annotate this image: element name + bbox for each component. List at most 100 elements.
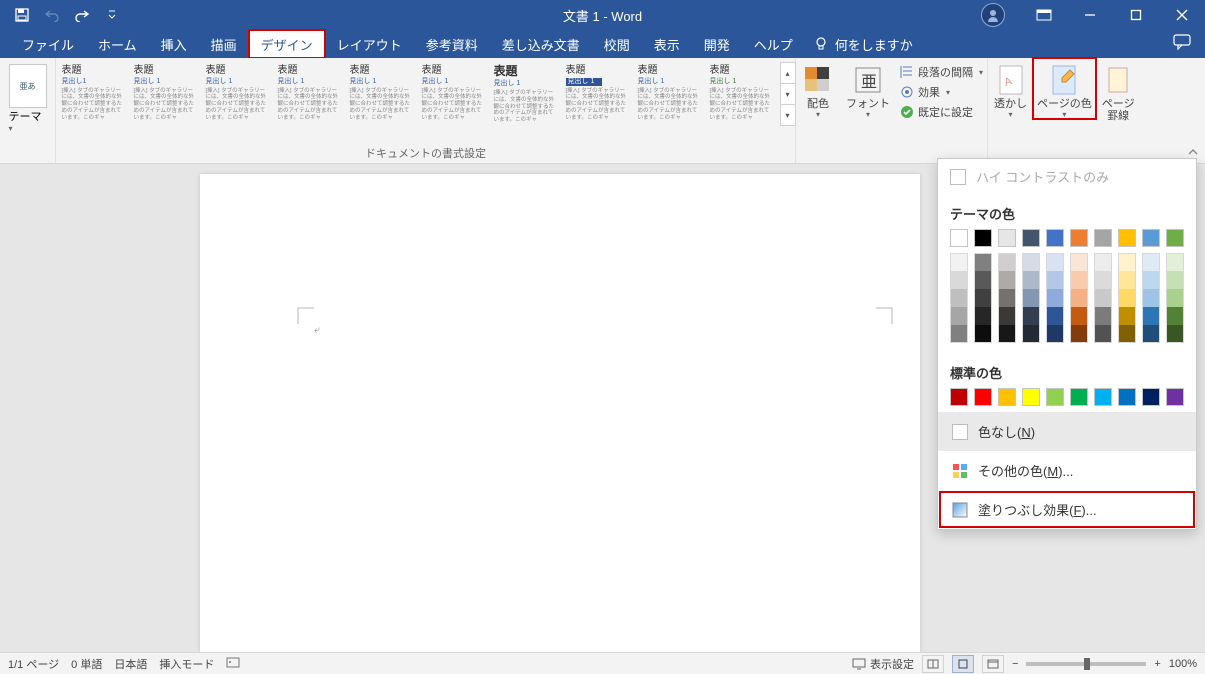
paragraph-spacing-button[interactable]: 段落の間隔▾ [900,64,983,80]
web-layout-button[interactable] [982,655,1004,673]
gallery-down-button[interactable]: ▾ [781,84,795,105]
themes-button[interactable]: 亜あ [9,64,47,108]
color-swatch[interactable] [1118,388,1136,406]
style-set-gallery[interactable]: 表題見出し1[挿入] タブのギャラリーには、文書の全体的な外観に合わせて調整する… [56,58,780,126]
color-swatch[interactable] [998,289,1016,307]
color-swatch[interactable] [1142,325,1160,343]
color-swatch[interactable] [974,271,992,289]
color-swatch[interactable] [1094,271,1112,289]
fill-effects-item[interactable]: 塗りつぶし効果(F)... [938,490,1196,529]
color-swatch[interactable] [950,325,968,343]
zoom-slider[interactable] [1026,662,1146,666]
macro-record-icon[interactable] [226,655,240,672]
style-set-item[interactable]: 表題見出し 1[挿入] タブのギャラリーには、文書の全体的な外観に合わせて調整す… [274,62,346,126]
color-swatch[interactable] [1046,253,1064,271]
status-page[interactable]: 1/1 ページ [8,656,59,672]
color-swatch[interactable] [1094,229,1112,247]
color-swatch[interactable] [1094,307,1112,325]
tab-参考資料[interactable]: 参考資料 [414,30,490,58]
tab-描画[interactable]: 描画 [199,30,249,58]
page-borders-button[interactable]: ページ罫線 [1096,58,1141,122]
color-swatch[interactable] [1142,289,1160,307]
gallery-scroll-buttons[interactable]: ▴ ▾ ▾ [780,62,796,126]
color-swatch[interactable] [998,271,1016,289]
tab-レイアウト[interactable]: レイアウト [325,30,414,58]
undo-button[interactable] [38,1,66,29]
color-swatch[interactable] [974,229,992,247]
color-swatch[interactable] [998,253,1016,271]
style-set-item[interactable]: 表題見出し1[挿入] タブのギャラリーには、文書の全体的な外観に合わせて調整する… [58,62,130,126]
style-set-item[interactable]: 表題見出し 1[挿入] タブのギャラリーには、文書の全体的な外観に合わせて調整す… [418,62,490,126]
color-swatch[interactable] [1142,253,1160,271]
color-swatch[interactable] [1070,388,1088,406]
color-swatch[interactable] [950,253,968,271]
zoom-in-button[interactable]: + [1154,658,1160,670]
style-set-item[interactable]: 表題見出し 1[挿入] タブのギャラリーには、文書の全体的な外観に合わせて調整す… [202,62,274,126]
status-words[interactable]: 0 単語 [71,656,102,672]
color-swatch[interactable] [1166,325,1184,343]
color-swatch[interactable] [1094,388,1112,406]
zoom-out-button[interactable]: − [1012,658,1018,670]
color-swatch[interactable] [1094,289,1112,307]
color-swatch[interactable] [950,271,968,289]
color-swatch[interactable] [1046,307,1064,325]
tab-表示[interactable]: 表示 [642,30,692,58]
color-swatch[interactable] [1046,325,1064,343]
color-swatch[interactable] [974,307,992,325]
status-mode[interactable]: 挿入モード [159,656,214,672]
color-swatch[interactable] [1094,325,1112,343]
color-swatch[interactable] [950,388,968,406]
color-swatch[interactable] [1118,271,1136,289]
color-swatch[interactable] [950,229,968,247]
color-swatch[interactable] [998,307,1016,325]
color-swatch[interactable] [1070,289,1088,307]
page[interactable]: ⤶ [200,174,920,652]
minimize-button[interactable] [1067,0,1113,30]
color-swatch[interactable] [1166,388,1184,406]
fonts-button[interactable]: 亜 フォント ▾ [840,58,896,119]
color-swatch[interactable] [998,325,1016,343]
color-swatch[interactable] [1022,289,1040,307]
color-swatch[interactable] [1022,307,1040,325]
color-swatch[interactable] [1166,289,1184,307]
tell-me[interactable]: 何をしますか [813,35,913,54]
style-set-item[interactable]: 表題見出し 1[挿入] タブのギャラリーには、文書の全体的な外観に合わせて調整す… [562,62,634,126]
tab-開発[interactable]: 開発 [692,30,742,58]
save-button[interactable] [8,1,36,29]
set-as-default-button[interactable]: 既定に設定 [900,104,983,120]
color-swatch[interactable] [1046,289,1064,307]
color-swatch[interactable] [1118,253,1136,271]
print-layout-button[interactable] [952,655,974,673]
color-swatch[interactable] [950,307,968,325]
maximize-button[interactable] [1113,0,1159,30]
color-swatch[interactable] [1022,253,1040,271]
tab-ホーム[interactable]: ホーム [86,30,149,58]
more-colors-item[interactable]: その他の色(M)... [938,451,1196,490]
color-swatch[interactable] [1166,253,1184,271]
color-swatch[interactable] [1118,307,1136,325]
color-swatch[interactable] [1022,388,1040,406]
tab-差し込み文書[interactable]: 差し込み文書 [490,30,592,58]
no-color-item[interactable]: 色なし(N) [938,412,1196,451]
tab-挿入[interactable]: 挿入 [149,30,199,58]
color-swatch[interactable] [1118,325,1136,343]
style-set-item[interactable]: 表題見出し 1[挿入] タブのギャラリーには、文書の全体的な外観に合わせて調整す… [346,62,418,126]
tab-ヘルプ[interactable]: ヘルプ [742,30,805,58]
tab-デザイン[interactable]: デザイン [249,30,325,58]
color-swatch[interactable] [1070,307,1088,325]
color-swatch[interactable] [1118,289,1136,307]
tab-校閲[interactable]: 校閲 [592,30,642,58]
color-swatch[interactable] [974,253,992,271]
color-swatch[interactable] [1142,271,1160,289]
zoom-percent[interactable]: 100% [1169,658,1197,670]
ribbon-display-button[interactable] [1021,0,1067,30]
color-swatch[interactable] [1022,325,1040,343]
color-swatch[interactable] [1046,229,1064,247]
close-button[interactable] [1159,0,1205,30]
color-swatch[interactable] [1166,307,1184,325]
style-set-item[interactable]: 表題見出し 1[挿入] タブのギャラリーには、文書の全体的な外観に合わせて調整す… [130,62,202,126]
color-swatch[interactable] [1094,253,1112,271]
color-swatch[interactable] [1070,271,1088,289]
color-swatch[interactable] [1070,253,1088,271]
style-set-item[interactable]: 表題見出し 1[挿入] タブのギャラリーには、文書の全体的な外観に合わせて調整す… [706,62,778,126]
